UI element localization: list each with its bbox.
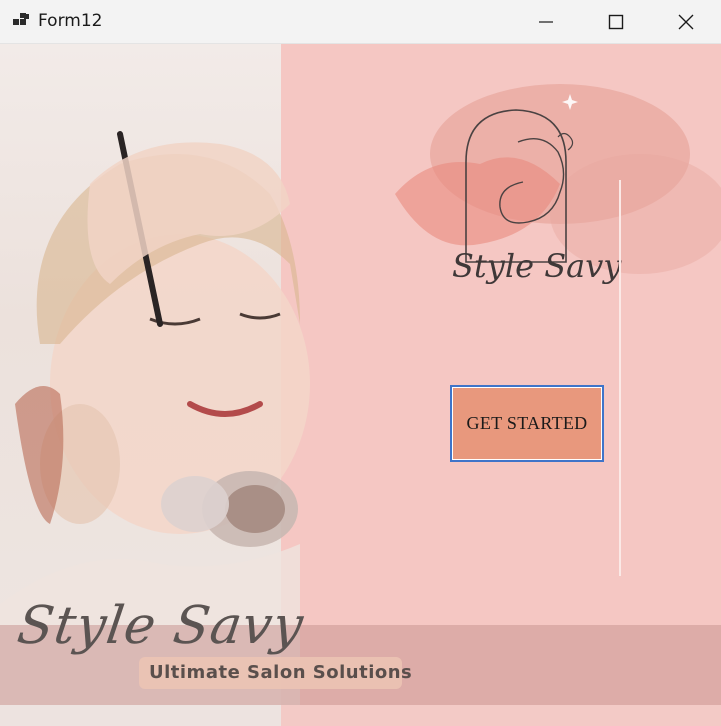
get-started-button[interactable]: GET STARTED: [450, 385, 604, 462]
title-bar[interactable]: Form12: [0, 0, 721, 44]
style-savy-logo: Style Savy: [452, 94, 622, 285]
banner-brand-text: Style Savy: [13, 596, 308, 656]
bottom-strip-right: [281, 705, 721, 726]
vertical-divider: [619, 180, 621, 576]
close-icon: [678, 14, 694, 30]
form-content: Style Savy GET STARTED Style Savy Ultima…: [0, 44, 721, 726]
minimize-icon: [539, 21, 553, 23]
window-title: Form12: [38, 11, 103, 31]
banner-tagline: Ultimate Salon Solutions: [149, 662, 413, 683]
minimize-button[interactable]: [511, 0, 581, 44]
app-icon: [13, 13, 29, 25]
app-window: Form12 Style Savy GET STARTED Style Savy…: [0, 0, 721, 726]
maximize-button[interactable]: [581, 0, 651, 44]
maximize-icon: [608, 14, 624, 30]
logo-brand-text: Style Savy: [452, 247, 622, 285]
close-button[interactable]: [651, 0, 721, 44]
